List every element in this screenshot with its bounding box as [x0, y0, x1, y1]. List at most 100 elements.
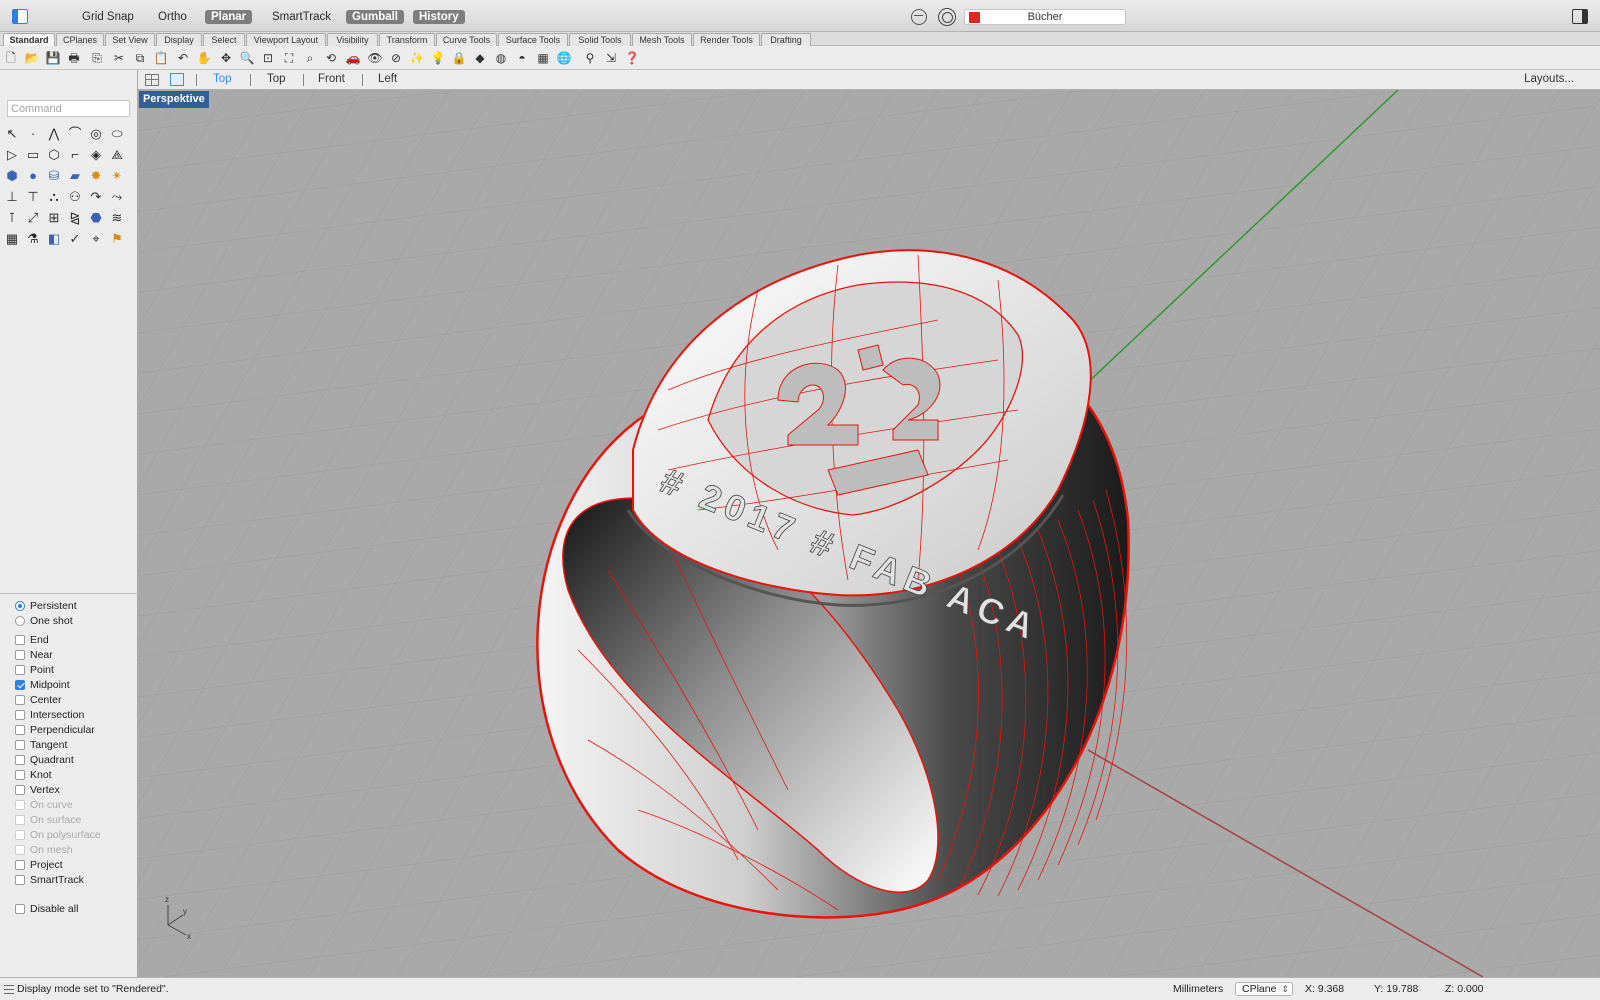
osnap-perpendicular[interactable]: Perpendicular [15, 723, 95, 737]
osnap-point[interactable]: Point [15, 663, 54, 677]
one-shot-radio[interactable] [15, 616, 25, 626]
mirror-icon[interactable]: ⧎ [67, 210, 83, 226]
tab-standard[interactable]: Standard [3, 33, 55, 46]
gumball-toggle[interactable]: Gumball [346, 10, 405, 24]
loft-icon[interactable]: ⟁ [109, 147, 125, 163]
extrude-icon[interactable]: ▰ [67, 168, 83, 184]
join-icon[interactable]: ↷ [88, 189, 104, 205]
tangent-checkbox[interactable] [15, 740, 25, 750]
curve-icon[interactable]: ⌒ [67, 126, 83, 142]
tab-render-tools[interactable]: Render Tools [693, 33, 760, 46]
check-icon[interactable]: ✓ [67, 231, 83, 247]
osnap-vertex[interactable]: Vertex [15, 783, 60, 797]
osnap-midpoint[interactable]: Midpoint [15, 678, 70, 692]
ortho-toggle[interactable]: Ortho [152, 10, 193, 24]
trim-icon[interactable]: ⊤ [25, 189, 41, 205]
zoom-selected-icon[interactable]: ⌕ [303, 51, 317, 65]
osnap-center[interactable]: Center [15, 693, 62, 707]
surface-from-curves-icon[interactable]: ◈ [88, 147, 104, 163]
units-label[interactable]: Millimeters [1173, 983, 1223, 995]
split-icon[interactable]: ⊥ [4, 189, 20, 205]
gumball-icon[interactable]: ⇲ [604, 51, 618, 65]
viewtab-top[interactable]: Top [267, 73, 286, 85]
snap-icon[interactable] [911, 9, 927, 25]
circle-icon[interactable]: ◎ [88, 126, 104, 142]
text-icon[interactable]: ≋ [109, 210, 125, 226]
osnap-near[interactable]: Near [15, 648, 53, 662]
layer-icon[interactable]: ◆ [473, 51, 487, 65]
lock-icon[interactable]: ⊘ [389, 51, 403, 65]
osnap-knot[interactable]: Knot [15, 768, 52, 782]
vertex-checkbox[interactable] [15, 785, 25, 795]
rectangle-icon[interactable]: ▭ [25, 147, 41, 163]
osnap-tangent[interactable]: Tangent [15, 738, 67, 752]
tab-display[interactable]: Display [156, 33, 202, 46]
explode-icon[interactable]: ✴ [109, 168, 125, 184]
four-viewport-layout-icon[interactable] [145, 74, 159, 86]
tab-surface-tools[interactable]: Surface Tools [498, 33, 568, 46]
intersection-checkbox[interactable] [15, 710, 25, 720]
tab-viewport-layout[interactable]: Viewport Layout [246, 33, 326, 46]
osnap-disable-all[interactable]: Disable all [15, 902, 78, 916]
persistent-radio[interactable] [15, 601, 25, 611]
perspective-viewport[interactable]: # 2017 # FAB ACA z y x Perspektive [138, 90, 1600, 977]
zoom-window-icon[interactable]: ⊡ [261, 51, 275, 65]
pan-hand-icon[interactable]: ✋ [197, 51, 212, 65]
tab-select[interactable]: Select [203, 33, 245, 46]
save-icon[interactable]: 💾 [46, 51, 61, 65]
viewtab-left[interactable]: Left [378, 73, 397, 85]
sidebar-toggle-icon[interactable] [12, 9, 28, 24]
select-filter-icon[interactable]: ⚲ [583, 51, 597, 65]
paste-icon[interactable]: 📋 [154, 51, 169, 65]
osnap-persistent[interactable]: Persistent [15, 599, 77, 613]
smarttrack-toggle[interactable]: SmartTrack [266, 10, 337, 24]
box-icon[interactable]: ⬢ [4, 168, 20, 184]
undo-icon[interactable]: ↶ [176, 51, 190, 65]
import-icon[interactable]: ⎘ [90, 51, 104, 65]
select-arrow-icon[interactable]: ↖ [4, 126, 20, 142]
help-icon[interactable]: ❓ [625, 51, 640, 65]
viewport-canvas[interactable]: # 2017 # FAB ACA z y x [138, 90, 1600, 977]
dimension-icon[interactable]: ⊺ [4, 210, 20, 226]
tab-solid-tools[interactable]: Solid Tools [569, 33, 631, 46]
scale-icon[interactable]: ⤢ [25, 210, 41, 226]
array-icon[interactable]: ⊞ [46, 210, 62, 226]
command-input[interactable] [7, 100, 130, 117]
grid-snap-toggle[interactable]: Grid Snap [76, 10, 140, 24]
end-checkbox[interactable] [15, 635, 25, 645]
tab-visibility[interactable]: Visibility [327, 33, 378, 46]
history-toggle[interactable]: History [413, 10, 465, 24]
command-history-icon[interactable] [4, 985, 14, 994]
analyze-icon[interactable]: ⚗ [25, 231, 41, 247]
cylinder-icon[interactable]: ⛁ [46, 168, 62, 184]
viewtab-front[interactable]: Front [318, 73, 345, 85]
zoom-extents-icon[interactable]: ⛶ [282, 51, 296, 65]
knot-checkbox[interactable] [15, 770, 25, 780]
osnap-intersection[interactable]: Intersection [15, 708, 84, 722]
osnap-target-icon[interactable] [938, 8, 956, 26]
polygon-icon[interactable]: ⬡ [46, 147, 62, 163]
tab-drafting[interactable]: Drafting [761, 33, 811, 46]
cut-icon[interactable]: ✂ [112, 51, 126, 65]
print-icon[interactable]: 🖶 [67, 51, 81, 65]
planar-toggle[interactable]: Planar [205, 10, 253, 24]
perpendicular-checkbox[interactable] [15, 725, 25, 735]
new-file-icon[interactable]: 🗋 [4, 51, 18, 65]
near-checkbox[interactable] [15, 650, 25, 660]
single-viewport-layout-icon[interactable] [170, 73, 184, 86]
layer-panel-icon[interactable]: ◧ [46, 231, 62, 247]
shaded-sphere-icon[interactable]: ◓ [515, 51, 529, 65]
fillet-icon[interactable]: ⌐ [67, 147, 83, 163]
lock-object-icon[interactable]: 🔒 [452, 51, 467, 65]
copy-icon[interactable]: ⧉ [133, 51, 147, 65]
tab-set-view[interactable]: Set View [105, 33, 155, 46]
lightbulb-icon[interactable]: 💡 [431, 51, 446, 65]
osnap-quadrant[interactable]: Quadrant [15, 753, 74, 767]
midpoint-checkbox[interactable] [15, 680, 25, 690]
blend-icon[interactable]: ⤳ [109, 189, 125, 205]
globe-icon[interactable]: 🌐 [557, 51, 572, 65]
cplane-select[interactable]: CPlane [1235, 982, 1293, 996]
viewtab-top-active[interactable]: Top [213, 73, 232, 85]
center-checkbox[interactable] [15, 695, 25, 705]
viewport-title-label[interactable]: Perspektive [139, 91, 209, 108]
